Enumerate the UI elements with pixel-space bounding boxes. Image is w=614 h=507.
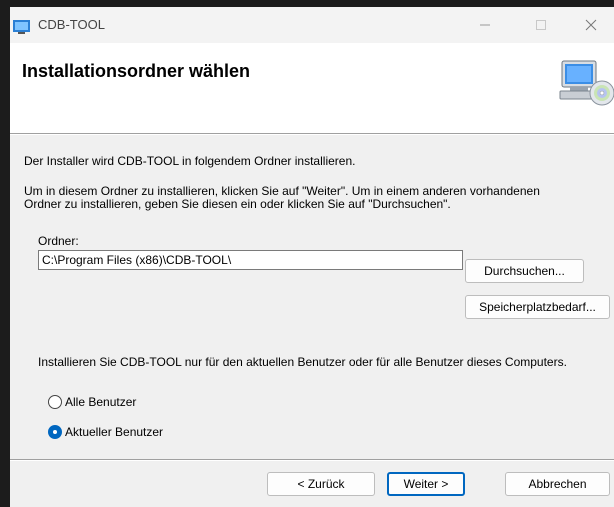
title-bar[interactable]: CDB-TOOL [10, 7, 614, 43]
window-title: CDB-TOOL [38, 17, 105, 32]
folder-path-input[interactable] [38, 250, 463, 270]
radio-button-checked[interactable] [48, 425, 62, 439]
radio-all-users-label: Alle Benutzer [65, 394, 137, 409]
page-title: Installationsordner wählen [22, 61, 251, 81]
maximize-icon[interactable] [518, 7, 564, 43]
radio-current-user[interactable]: Aktueller Benutzer [48, 425, 163, 439]
installer-window: CDB-TOOL Installationsordner wählen Der … [10, 7, 614, 507]
next-button[interactable]: Weiter > [387, 472, 465, 496]
installer-app-icon [13, 20, 30, 34]
radio-button-unchecked[interactable] [48, 395, 62, 409]
folder-label: Ordner: [38, 234, 79, 248]
disk-cost-button[interactable]: Speicherplatzbedarf... [465, 295, 610, 319]
cancel-button[interactable]: Abbrechen [505, 472, 610, 496]
back-button[interactable]: < Zurück [267, 472, 375, 496]
minimize-icon[interactable] [462, 7, 508, 43]
browse-button[interactable]: Durchsuchen... [465, 259, 584, 283]
radio-all-users[interactable]: Alle Benutzer [48, 395, 136, 409]
footer-divider [10, 459, 614, 461]
instructions-text-line2: Ordner zu installieren, geben Sie diesen… [24, 197, 451, 211]
intro-text: Der Installer wird CDB-TOOL in folgendem… [24, 154, 356, 168]
header-divider [10, 133, 614, 135]
close-icon[interactable] [568, 7, 614, 43]
install-scope-text: Installieren Sie CDB-TOOL nur für den ak… [38, 355, 567, 369]
header-banner: Installationsordner wählen [10, 43, 614, 133]
computer-cd-icon [558, 57, 614, 109]
radio-current-user-label: Aktueller Benutzer [65, 424, 164, 439]
